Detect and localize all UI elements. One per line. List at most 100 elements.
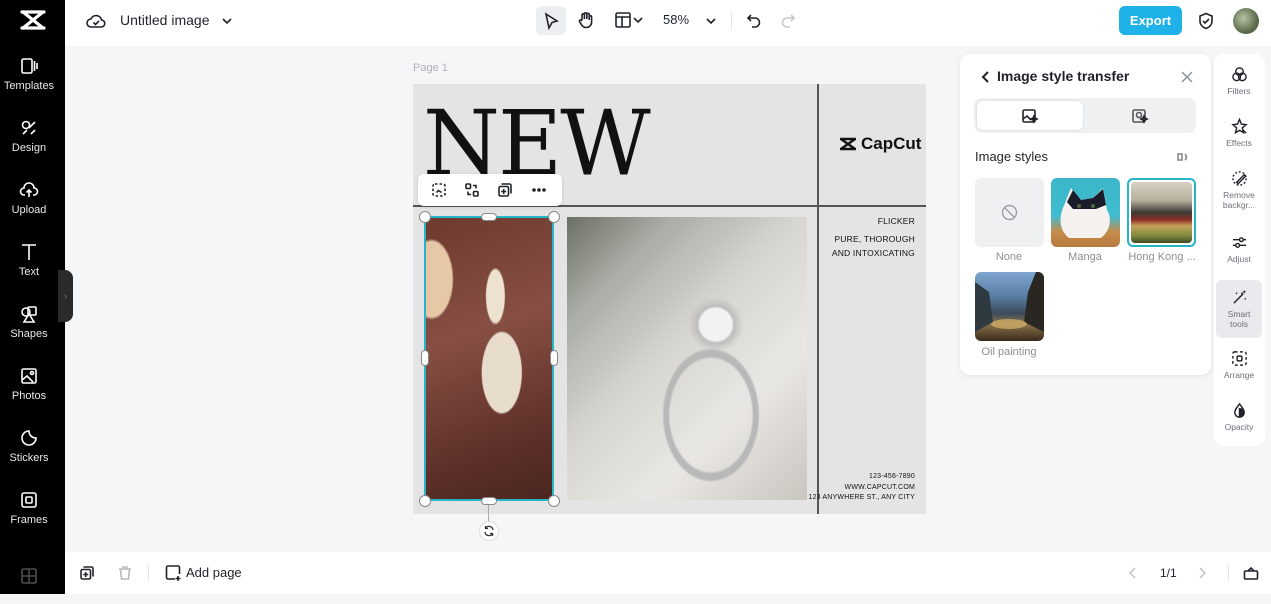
resize-handle-top-left[interactable] <box>419 211 431 223</box>
select-tool-button[interactable] <box>536 6 566 35</box>
chevron-down-icon <box>633 17 643 24</box>
sidebar-label: Design <box>11 142 47 154</box>
zoom-level[interactable]: 58% <box>663 12 689 27</box>
close-panel-button[interactable] <box>1178 68 1196 86</box>
sidebar-item-photos[interactable]: Photos <box>0 356 58 412</box>
contact-line[interactable]: 123-456-7890 <box>869 473 915 480</box>
cloud-sync-button[interactable] <box>85 10 107 32</box>
resize-handle-bottom-left[interactable] <box>419 495 431 507</box>
brand-logo[interactable]: CapCut <box>839 134 921 154</box>
pages-panel-button[interactable] <box>1241 564 1261 582</box>
sidebar-item-stickers[interactable]: Stickers <box>0 418 58 474</box>
previous-page-button[interactable] <box>1125 565 1141 581</box>
redo-button[interactable] <box>777 10 799 32</box>
tool-smart-tools[interactable]: Smart tools <box>1216 280 1262 338</box>
style-card-oil-painting[interactable] <box>975 272 1044 341</box>
opacity-icon <box>1233 402 1245 418</box>
tool-label: Arrange <box>1223 370 1255 380</box>
add-page-button[interactable] <box>163 563 183 583</box>
resize-handle-bottom-right[interactable] <box>548 495 560 507</box>
resize-handle-top[interactable] <box>481 213 497 221</box>
tool-label: Effects <box>1226 138 1252 148</box>
tagline-line[interactable]: PURE, THOROUGH <box>834 234 915 244</box>
tool-effects[interactable]: Effects <box>1216 118 1262 148</box>
image-style-transfer-panel: Image style transfer Image styles None M… <box>960 54 1211 375</box>
resize-handle-right[interactable] <box>550 350 558 366</box>
undo-button[interactable] <box>743 10 765 32</box>
sidebar-item-shapes[interactable]: Shapes <box>0 294 58 350</box>
style-label: None <box>995 251 1023 263</box>
adjust-icon <box>1232 237 1246 248</box>
hand-tool-button[interactable] <box>574 8 598 32</box>
sidebar-item-text[interactable]: Text <box>0 232 58 288</box>
style-card-manga[interactable] <box>1051 178 1120 247</box>
pointer-icon <box>544 11 559 30</box>
sidebar-item-more[interactable] <box>0 548 58 604</box>
sidebar-item-templates[interactable]: Templates <box>0 46 58 102</box>
layout-dropdown-button[interactable] <box>611 9 647 31</box>
selection-box[interactable] <box>424 216 554 501</box>
ring-image[interactable] <box>567 217 807 500</box>
tool-opacity[interactable]: Opacity <box>1216 402 1262 432</box>
add-page-label[interactable]: Add page <box>186 565 242 580</box>
sidebar-collapse-handle[interactable]: › <box>58 270 73 322</box>
tool-adjust[interactable]: Adjust <box>1216 234 1262 264</box>
tab-image-style[interactable] <box>976 100 1084 131</box>
tool-label: Adjust <box>1227 254 1251 264</box>
resize-handle-top-right[interactable] <box>548 211 560 223</box>
back-button[interactable] <box>978 68 994 86</box>
sidebar-label: Stickers <box>9 452 49 464</box>
tagline-line[interactable]: FLICKER <box>878 216 915 226</box>
page-indicator: 1/1 <box>1160 566 1177 580</box>
sidebar-item-upload[interactable]: Upload <box>0 170 58 226</box>
duplicate-button[interactable] <box>495 180 515 200</box>
panel-title: Image style transfer <box>997 68 1130 84</box>
tab-portrait-style[interactable] <box>1086 100 1194 131</box>
bottom-divider <box>1228 565 1229 581</box>
chevron-left-icon <box>1129 567 1136 579</box>
audio-button[interactable] <box>1174 149 1192 165</box>
document-title[interactable]: Untitled image <box>120 12 210 28</box>
resize-handle-left[interactable] <box>421 350 429 366</box>
speaker-icon <box>1177 153 1188 161</box>
section-label: Image styles <box>975 149 1048 164</box>
sidebar-item-design[interactable]: Design <box>0 108 58 164</box>
crop-button[interactable] <box>429 180 449 200</box>
sidebar-label: Frames <box>10 514 48 526</box>
tool-filters[interactable]: Filters <box>1216 66 1262 96</box>
next-page-button[interactable] <box>1194 565 1210 581</box>
tagline-line[interactable]: AND INTOXICATING <box>832 248 915 258</box>
rotate-handle[interactable] <box>479 521 499 541</box>
tool-arrange[interactable]: Arrange <box>1216 350 1262 380</box>
resize-handle-bottom[interactable] <box>481 497 497 505</box>
capcut-logo[interactable] <box>0 0 65 40</box>
contact-line[interactable]: WWW.CAPCUT.COM <box>845 484 915 491</box>
left-sidebar: Templates Design Upload Text Shapes Phot… <box>0 0 65 594</box>
style-label: Hong Kong ... <box>1128 251 1196 263</box>
more-options-button[interactable] <box>529 180 549 200</box>
frames-icon <box>21 492 37 508</box>
security-button[interactable] <box>1195 10 1217 32</box>
shield-check-icon <box>1199 12 1213 30</box>
more-horizontal-icon <box>532 188 546 192</box>
style-card-none[interactable] <box>975 178 1044 247</box>
rotate-icon <box>484 525 494 537</box>
sidebar-item-frames[interactable]: Frames <box>0 480 58 536</box>
tool-remove-background[interactable]: Remove backgr... <box>1216 170 1262 210</box>
hand-icon <box>578 12 593 29</box>
zoom-dropdown-button[interactable] <box>702 12 720 30</box>
user-avatar[interactable] <box>1233 8 1259 34</box>
top-bar: Untitled image 58% Export <box>65 0 1271 46</box>
chevron-right-icon: › <box>63 290 68 302</box>
delete-page-button[interactable] <box>116 564 134 582</box>
replace-button[interactable] <box>462 180 482 200</box>
divider-vertical <box>817 84 819 514</box>
export-button[interactable]: Export <box>1119 6 1182 35</box>
duplicate-page-button[interactable] <box>78 564 96 582</box>
crop-select-icon <box>432 183 446 197</box>
chevron-right-icon <box>1199 567 1206 579</box>
title-dropdown-button[interactable] <box>218 12 236 30</box>
none-icon <box>1001 204 1018 221</box>
style-card-hong-kong[interactable] <box>1127 178 1196 247</box>
contact-line[interactable]: 123 ANYWHERE ST., ANY CITY <box>808 494 915 501</box>
